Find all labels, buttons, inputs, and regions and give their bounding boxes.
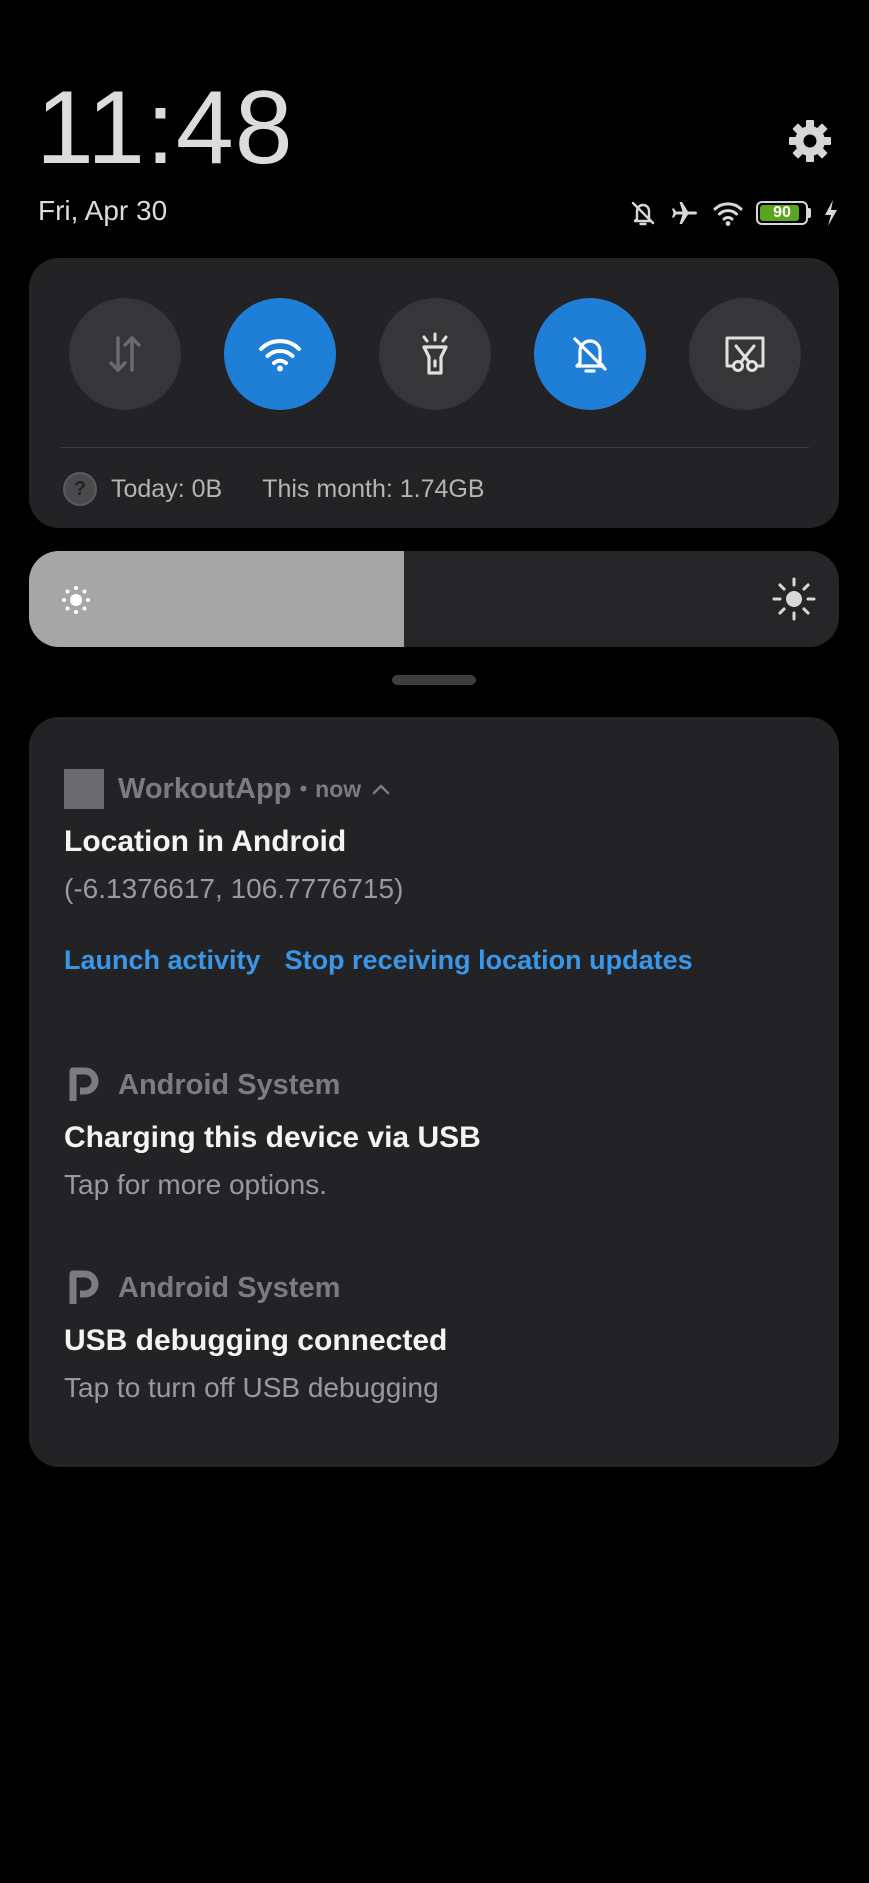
stop-location-updates-button[interactable]: Stop receiving location updates bbox=[285, 945, 693, 976]
expand-toggle[interactable] bbox=[371, 782, 391, 796]
charging-bolt-icon bbox=[825, 200, 837, 226]
drag-handle[interactable] bbox=[392, 675, 476, 685]
data-arrows-icon bbox=[109, 336, 141, 372]
battery-level: 90 bbox=[773, 204, 791, 221]
notification-panel: WorkoutApp • now Location in Android (-6… bbox=[29, 717, 839, 1467]
qs-divider bbox=[61, 447, 809, 448]
battery-tip bbox=[808, 208, 811, 218]
gear-icon bbox=[789, 120, 831, 162]
notification-title: Charging this device via USB bbox=[64, 1121, 481, 1154]
separator-dot: • bbox=[299, 776, 308, 801]
mute-toggle[interactable] bbox=[534, 298, 646, 410]
app-name: Android System bbox=[118, 1068, 341, 1101]
notification-actions: Launch activity Stop receiving location … bbox=[64, 945, 809, 976]
notification-workout[interactable]: WorkoutApp • now Location in Android (-6… bbox=[64, 767, 809, 976]
android-system-icon bbox=[64, 1065, 104, 1105]
app-icon bbox=[64, 769, 104, 809]
settings-button[interactable] bbox=[787, 118, 833, 164]
mobile-data-toggle[interactable] bbox=[69, 298, 181, 410]
flashlight-toggle[interactable] bbox=[379, 298, 491, 410]
wifi-icon bbox=[259, 339, 301, 372]
sun-high-icon bbox=[772, 577, 816, 621]
date[interactable]: Fri, Apr 30 bbox=[38, 195, 167, 227]
notification-time: now bbox=[315, 775, 362, 802]
quick-settings-panel: ? Today: 0B This month: 1.74GB bbox=[29, 258, 839, 528]
flashlight-icon bbox=[422, 332, 448, 375]
usage-month: This month: 1.74GB bbox=[262, 474, 485, 503]
notification-header: Android System bbox=[64, 1266, 809, 1310]
bell-off-icon bbox=[631, 201, 655, 226]
battery-icon: 90 bbox=[756, 201, 811, 225]
sun-low-icon bbox=[62, 586, 90, 614]
screenshot-toggle[interactable] bbox=[689, 298, 801, 410]
brightness-slider[interactable] bbox=[29, 551, 839, 647]
launch-activity-button[interactable]: Launch activity bbox=[64, 945, 261, 976]
wifi-toggle[interactable] bbox=[224, 298, 336, 410]
notification-title: USB debugging connected bbox=[64, 1324, 448, 1357]
bell-off-icon bbox=[573, 337, 607, 373]
notification-body: (-6.1376617, 106.7776715) bbox=[64, 873, 404, 904]
notification-usb-charging[interactable]: Android System Charging this device via … bbox=[64, 1063, 809, 1201]
clock[interactable]: 11:48 bbox=[36, 72, 294, 184]
airplane-icon bbox=[672, 202, 697, 224]
help-icon: ? bbox=[63, 472, 97, 506]
android-system-icon bbox=[64, 1268, 104, 1308]
notification-usb-debugging[interactable]: Android System USB debugging connected T… bbox=[64, 1266, 809, 1404]
data-usage-row[interactable]: ? Today: 0B This month: 1.74GB bbox=[63, 472, 485, 506]
notification-header: WorkoutApp • now bbox=[64, 767, 809, 811]
status-icons: 90 bbox=[628, 196, 839, 230]
chevron-up-icon bbox=[372, 784, 390, 795]
scissors-icon bbox=[725, 336, 765, 372]
battery-body: 90 bbox=[756, 201, 808, 225]
usage-today: Today: 0B bbox=[111, 474, 223, 503]
notification-header: Android System bbox=[64, 1063, 809, 1107]
notification-title: Location in Android bbox=[64, 825, 347, 858]
notification-body: Tap for more options. bbox=[64, 1169, 328, 1200]
notification-body: Tap to turn off USB debugging bbox=[64, 1372, 439, 1403]
app-name: WorkoutApp bbox=[118, 772, 292, 805]
app-name: Android System bbox=[118, 1271, 341, 1304]
wifi-icon bbox=[713, 202, 743, 226]
